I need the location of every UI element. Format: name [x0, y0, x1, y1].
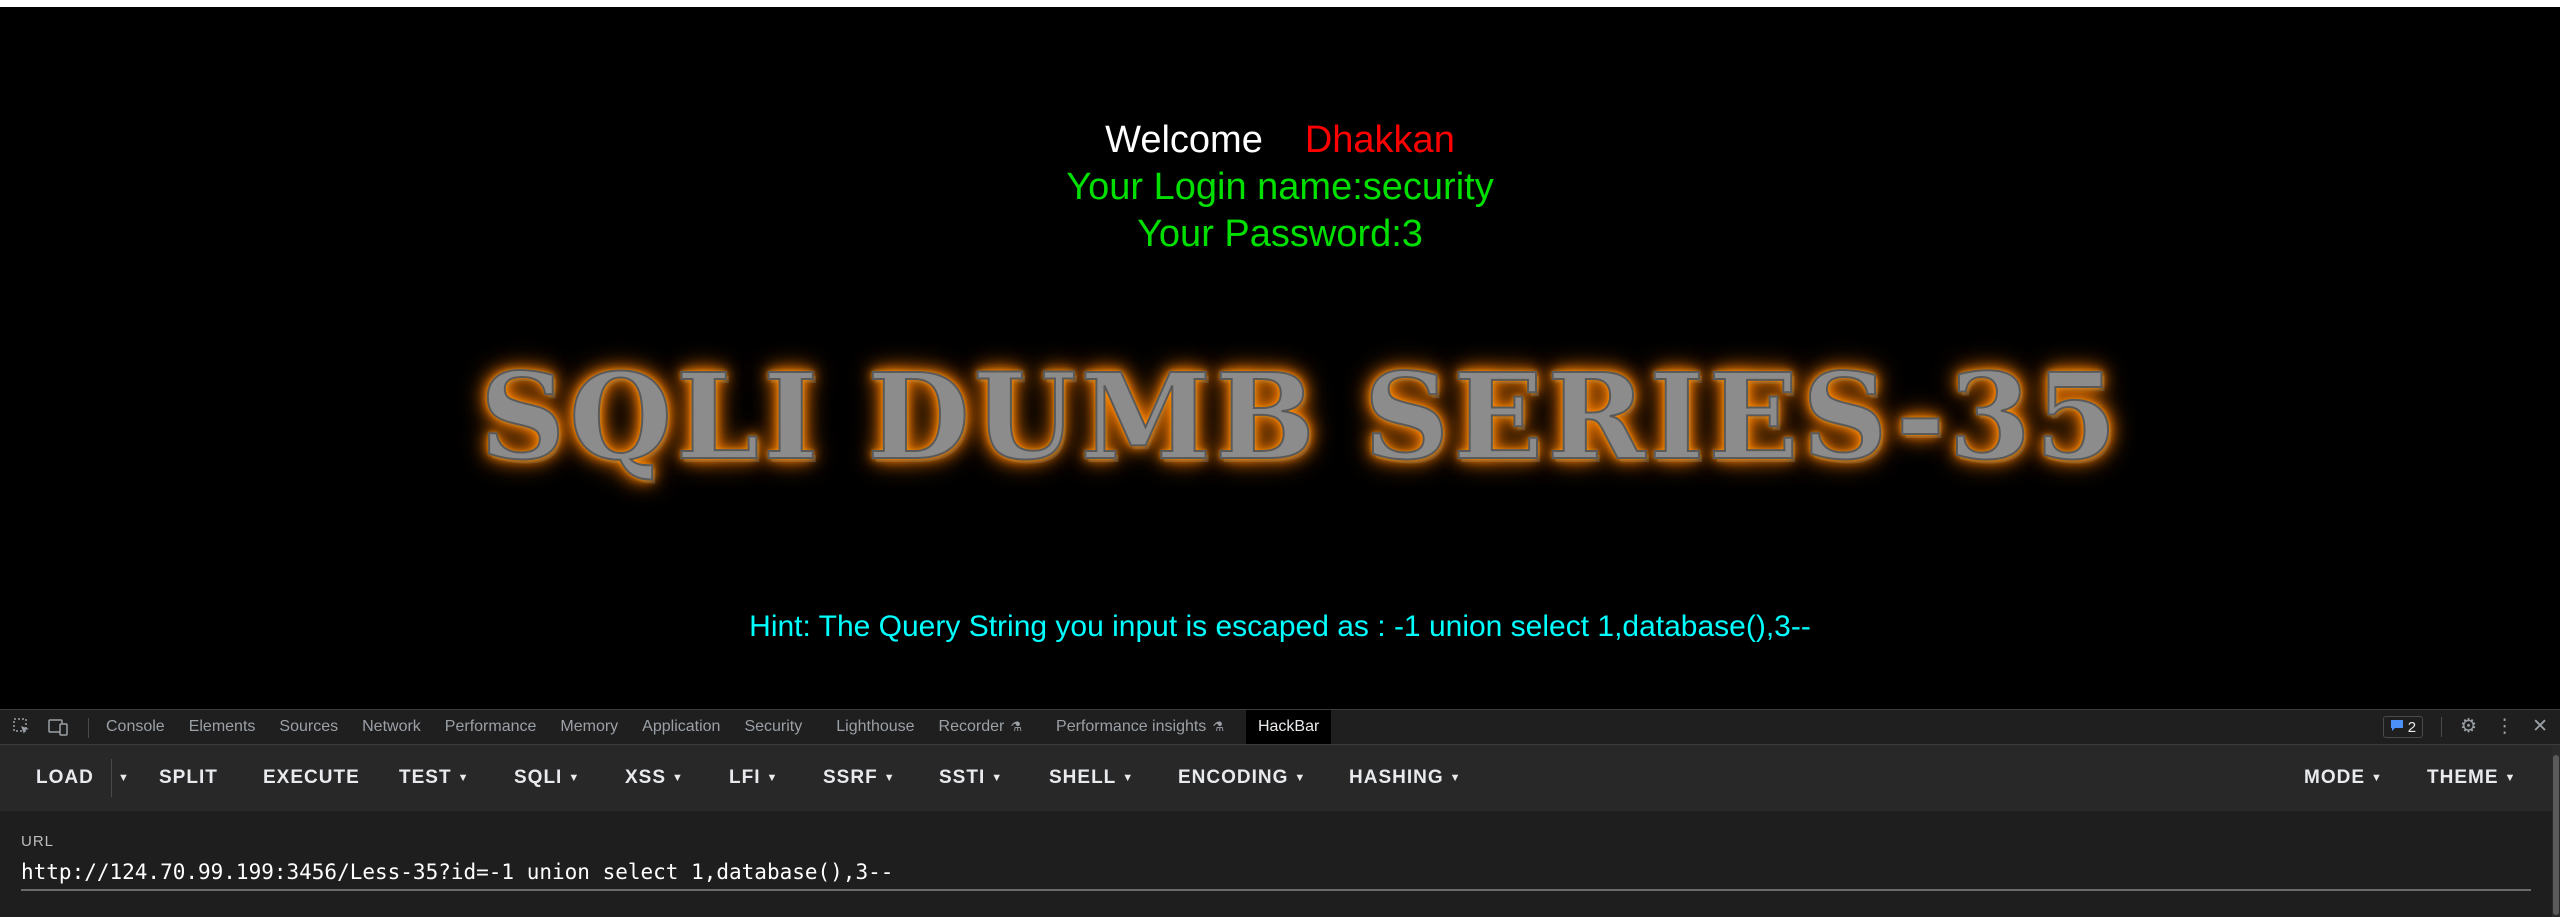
- shell-label: SHELL: [1049, 767, 1117, 788]
- xss-menu-button[interactable]: XSS ▼: [625, 764, 684, 792]
- split-button[interactable]: SPLIT: [159, 764, 218, 792]
- tab-performance-insights[interactable]: Performance insights ⚗: [1044, 710, 1236, 744]
- ssti-menu-button[interactable]: SSTI ▼: [939, 764, 1003, 792]
- settings-icon[interactable]: ⚙: [2460, 717, 2477, 737]
- page-banner-title: SQLI DUMB SERIES-35: [479, 346, 2121, 487]
- encoding-label: ENCODING: [1178, 767, 1289, 788]
- encoding-menu-button[interactable]: ENCODING ▼: [1178, 764, 1306, 792]
- tab-recorder[interactable]: Recorder ⚗: [927, 710, 1034, 744]
- tab-network[interactable]: Network: [350, 710, 433, 744]
- chevron-down-icon: ▼: [1294, 772, 1307, 784]
- tab-console[interactable]: Console: [94, 710, 177, 744]
- sqli-menu-button[interactable]: SQLI ▼: [514, 764, 580, 792]
- chevron-down-icon: ▼: [883, 772, 896, 784]
- welcome-line: Welcome Dhakkan: [0, 115, 2560, 165]
- tabbar-divider: [88, 718, 89, 738]
- tab-performance[interactable]: Performance: [433, 710, 549, 744]
- test-label: TEST: [399, 767, 452, 788]
- load-divider: [111, 759, 112, 797]
- hackbar-toolbar: LOAD ▼ SPLIT EXECUTE TEST ▼ SQLI ▼ XSS ▼ LF…: [0, 745, 2552, 811]
- device-toggle-icon[interactable]: [48, 718, 68, 738]
- ssrf-label: SSRF: [823, 767, 878, 788]
- load-button[interactable]: LOAD: [36, 764, 94, 792]
- tab-memory[interactable]: Memory: [548, 710, 630, 744]
- chevron-down-icon: ▼: [991, 772, 1004, 784]
- user-name: Dhakkan: [1304, 119, 1455, 161]
- mode-label: MODE: [2304, 767, 2365, 788]
- chevron-down-icon: ▼: [766, 772, 779, 784]
- tab-security[interactable]: Security: [732, 710, 814, 744]
- execute-button[interactable]: EXECUTE: [263, 764, 360, 792]
- close-icon[interactable]: ✕: [2532, 717, 2548, 737]
- xss-label: XSS: [625, 767, 667, 788]
- load-dropdown-caret-icon[interactable]: ▼: [118, 764, 129, 792]
- tab-recorder-label: Recorder: [938, 718, 1005, 735]
- tab-elements[interactable]: Elements: [177, 710, 268, 744]
- theme-menu-button[interactable]: THEME ▼: [2427, 764, 2516, 792]
- devtools-tabbar: Console Elements Sources Network Perform…: [0, 709, 2560, 745]
- chevron-down-icon: ▼: [1449, 772, 1462, 784]
- chevron-down-icon: ▼: [672, 772, 684, 784]
- hashing-menu-button[interactable]: HASHING ▼: [1349, 764, 1462, 792]
- devtools-tabs: Console Elements Sources Network Perform…: [94, 710, 1332, 744]
- devtools-panel: Console Elements Sources Network Perform…: [0, 709, 2560, 917]
- lfi-menu-button[interactable]: LFI ▼: [729, 764, 778, 792]
- flask-icon: ⚗: [1212, 719, 1224, 734]
- theme-label: THEME: [2427, 767, 2499, 788]
- mode-menu-button[interactable]: MODE ▼: [2304, 764, 2383, 792]
- tab-performance-insights-label: Performance insights: [1056, 718, 1207, 735]
- tab-hackbar[interactable]: HackBar: [1245, 710, 1332, 744]
- browser-top-strip: [0, 0, 2560, 7]
- hint-prefix: Hint: The Query String you input is esca…: [749, 610, 1394, 643]
- sqli-label: SQLI: [514, 767, 563, 788]
- chevron-down-icon: ▼: [568, 772, 581, 784]
- shell-menu-button[interactable]: SHELL ▼: [1049, 764, 1134, 792]
- issues-badge[interactable]: 2: [2382, 716, 2424, 738]
- tab-application[interactable]: Application: [630, 710, 732, 744]
- chevron-down-icon: ▼: [2504, 772, 2517, 784]
- chevron-down-icon: ▼: [2371, 772, 2383, 784]
- test-menu-button[interactable]: TEST ▼: [399, 764, 469, 792]
- lfi-label: LFI: [729, 767, 761, 788]
- chevron-down-icon: ▼: [1122, 772, 1135, 784]
- hackbar-scrollbar[interactable]: [2552, 745, 2560, 917]
- scrollbar-thumb[interactable]: [2553, 755, 2559, 915]
- hint-line: Hint: The Query String you input is esca…: [0, 607, 2560, 647]
- tools-divider: [2441, 717, 2443, 737]
- url-label: URL: [21, 833, 55, 850]
- page-content: Welcome Dhakkan Your Login name:security …: [0, 7, 2560, 709]
- welcome-text: Welcome: [1105, 119, 1263, 161]
- url-input[interactable]: [21, 855, 2531, 891]
- inspect-icon[interactable]: [12, 718, 32, 738]
- more-icon[interactable]: ⋮: [2495, 717, 2514, 737]
- login-name-text: Your Login name:security: [1066, 166, 1494, 208]
- tab-lighthouse[interactable]: Lighthouse: [824, 710, 926, 744]
- issues-count: 2: [2407, 718, 2417, 736]
- ssrf-menu-button[interactable]: SSRF ▼: [823, 764, 896, 792]
- password-text: Your Password:3: [1137, 213, 1423, 255]
- hint-query: -1 union select 1,database(),3--: [1393, 610, 1811, 643]
- devtools-right-tools: 2 ⚙ ⋮ ✕: [2382, 710, 2548, 744]
- hashing-label: HASHING: [1349, 767, 1444, 788]
- hackbar-body: URL: [0, 811, 2552, 917]
- flask-icon: ⚗: [1010, 719, 1023, 734]
- ssti-label: SSTI: [939, 767, 986, 788]
- message-icon: [2390, 719, 2404, 735]
- chevron-down-icon: ▼: [457, 772, 470, 784]
- tab-sources[interactable]: Sources: [267, 710, 350, 744]
